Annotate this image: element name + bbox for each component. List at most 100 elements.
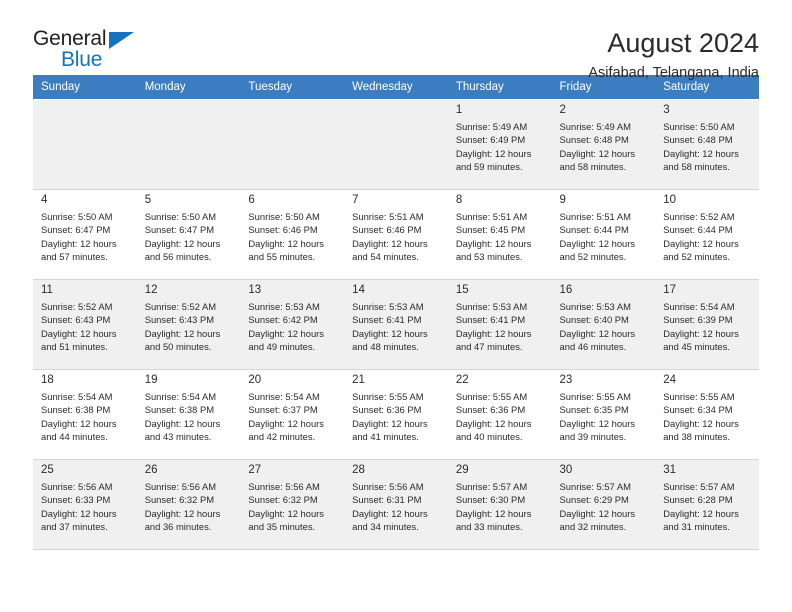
day-sun-details: Sunrise: 5:52 AM Sunset: 6:43 PM Dayligh… [144, 301, 221, 352]
calendar-day-cell[interactable]: 1 Sunrise: 5:49 AM Sunset: 6:49 PM Daylig… [447, 99, 552, 190]
calendar-day-cell[interactable]: 26 Sunrise: 5:56 AM Sunset: 6:32 PM Dayli… [136, 459, 241, 550]
day-cell-content: 22 Sunrise: 5:55 AM Sunset: 6:36 PM Dayli… [448, 370, 552, 459]
day-sun-details: Sunrise: 5:53 AM Sunset: 6:40 PM Dayligh… [559, 301, 636, 352]
calendar-week-row: 25 Sunrise: 5:56 AM Sunset: 6:33 PM Dayli… [33, 459, 759, 550]
logo-text-blue: Blue [61, 48, 103, 71]
day-sun-details: Sunrise: 5:57 AM Sunset: 6:28 PM Dayligh… [663, 481, 739, 532]
day-cell-content: 5 Sunrise: 5:50 AM Sunset: 6:47 PM Daylig… [137, 190, 241, 279]
day-number: 1 [455, 104, 463, 116]
calendar-day-cell[interactable]: 14 Sunrise: 5:53 AM Sunset: 6:41 PM Dayli… [344, 279, 448, 370]
day-sun-details: Sunrise: 5:53 AM Sunset: 6:41 PM Dayligh… [352, 301, 428, 352]
page-header: General Blue August 2024 Asifabad, Telan… [33, 0, 759, 81]
day-number: 30 [559, 464, 573, 476]
day-number: 5 [144, 194, 152, 206]
calendar-day-cell[interactable]: 4 Sunrise: 5:50 AM Sunset: 6:47 PM Daylig… [33, 189, 137, 280]
page-subtitle: Asifabad, Telangana, India [588, 65, 759, 82]
title-block: August 2024 Asifabad, Telangana, India [588, 28, 759, 82]
calendar-day-cell[interactable]: 29 Sunrise: 5:57 AM Sunset: 6:30 PM Dayli… [447, 459, 552, 550]
weekday-header-wednesday: Wednesday [344, 75, 448, 100]
calendar-day-cell[interactable]: 21 Sunrise: 5:55 AM Sunset: 6:36 PM Dayli… [344, 369, 448, 460]
calendar-day-cell-empty [240, 99, 345, 190]
day-sun-details: Sunrise: 5:54 AM Sunset: 6:38 PM Dayligh… [41, 391, 117, 442]
day-sun-details: Sunrise: 5:56 AM Sunset: 6:32 PM Dayligh… [248, 481, 324, 532]
calendar-day-cell[interactable]: 22 Sunrise: 5:55 AM Sunset: 6:36 PM Dayli… [447, 369, 552, 460]
day-sun-details: Sunrise: 5:57 AM Sunset: 6:30 PM Dayligh… [455, 481, 532, 532]
day-sun-details: Sunrise: 5:52 AM Sunset: 6:43 PM Dayligh… [41, 301, 117, 352]
day-number: 7 [352, 194, 359, 206]
day-cell-content: 25 Sunrise: 5:56 AM Sunset: 6:33 PM Dayli… [33, 460, 137, 549]
calendar-day-cell[interactable]: 15 Sunrise: 5:53 AM Sunset: 6:41 PM Dayli… [447, 279, 552, 370]
day-number: 19 [144, 374, 158, 386]
calendar-day-cell[interactable]: 23 Sunrise: 5:55 AM Sunset: 6:35 PM Dayli… [551, 369, 656, 460]
calendar-day-cell-empty [33, 99, 137, 190]
day-sun-details: Sunrise: 5:56 AM Sunset: 6:31 PM Dayligh… [352, 481, 428, 532]
calendar-day-cell[interactable]: 10 Sunrise: 5:52 AM Sunset: 6:44 PM Dayli… [655, 189, 759, 280]
day-sun-details: Sunrise: 5:56 AM Sunset: 6:32 PM Dayligh… [144, 481, 221, 532]
calendar-day-cell[interactable]: 28 Sunrise: 5:56 AM Sunset: 6:31 PM Dayli… [344, 459, 448, 550]
calendar-day-cell[interactable]: 13 Sunrise: 5:53 AM Sunset: 6:42 PM Dayli… [240, 279, 345, 370]
day-number: 9 [559, 194, 566, 206]
day-number: 8 [455, 194, 463, 206]
day-sun-details: Sunrise: 5:51 AM Sunset: 6:46 PM Dayligh… [352, 211, 428, 262]
day-number: 11 [41, 284, 53, 296]
day-number: 2 [559, 104, 566, 116]
day-cell-content: 1 Sunrise: 5:49 AM Sunset: 6:49 PM Daylig… [448, 100, 552, 189]
day-cell-content: 10 Sunrise: 5:52 AM Sunset: 6:44 PM Dayli… [655, 190, 759, 279]
day-cell-content: 21 Sunrise: 5:55 AM Sunset: 6:36 PM Dayli… [344, 370, 448, 459]
day-sun-details: Sunrise: 5:55 AM Sunset: 6:35 PM Dayligh… [559, 391, 636, 442]
calendar-day-cell[interactable]: 25 Sunrise: 5:56 AM Sunset: 6:33 PM Dayli… [33, 459, 137, 550]
day-sun-details: Sunrise: 5:57 AM Sunset: 6:29 PM Dayligh… [559, 481, 636, 532]
day-sun-details: Sunrise: 5:50 AM Sunset: 6:46 PM Dayligh… [248, 211, 324, 262]
calendar-day-cell[interactable]: 6 Sunrise: 5:50 AM Sunset: 6:46 PM Daylig… [240, 189, 345, 280]
day-cell-content: 20 Sunrise: 5:54 AM Sunset: 6:37 PM Dayli… [240, 370, 344, 459]
logo-triangle-icon [109, 32, 134, 49]
calendar-day-cell[interactable]: 9 Sunrise: 5:51 AM Sunset: 6:44 PM Daylig… [551, 189, 656, 280]
calendar-day-cell[interactable]: 30 Sunrise: 5:57 AM Sunset: 6:29 PM Dayli… [551, 459, 656, 550]
calendar-day-cell[interactable]: 19 Sunrise: 5:54 AM Sunset: 6:38 PM Dayli… [136, 369, 241, 460]
calendar-week-row: 1 Sunrise: 5:49 AM Sunset: 6:49 PM Daylig… [33, 99, 759, 190]
day-number: 18 [41, 374, 54, 386]
day-number: 25 [41, 464, 54, 476]
day-number: 21 [352, 374, 365, 386]
calendar-day-cell[interactable]: 5 Sunrise: 5:50 AM Sunset: 6:47 PM Daylig… [136, 189, 241, 280]
day-sun-details: Sunrise: 5:55 AM Sunset: 6:36 PM Dayligh… [455, 391, 532, 442]
day-number: 3 [663, 104, 670, 116]
day-sun-details: Sunrise: 5:51 AM Sunset: 6:45 PM Dayligh… [455, 211, 532, 262]
logo-text-general: General [33, 27, 107, 50]
calendar-day-cell[interactable]: 20 Sunrise: 5:54 AM Sunset: 6:37 PM Dayli… [240, 369, 345, 460]
weekday-header-tuesday: Tuesday [240, 75, 345, 100]
calendar-day-cell[interactable]: 16 Sunrise: 5:53 AM Sunset: 6:40 PM Dayli… [551, 279, 656, 370]
day-number: 14 [352, 284, 365, 296]
calendar-day-cell[interactable]: 11 Sunrise: 5:52 AM Sunset: 6:43 PM Dayli… [33, 279, 137, 370]
day-cell-content: 9 Sunrise: 5:51 AM Sunset: 6:44 PM Daylig… [552, 190, 656, 279]
day-sun-details: Sunrise: 5:55 AM Sunset: 6:34 PM Dayligh… [663, 391, 739, 442]
calendar-day-cell[interactable]: 17 Sunrise: 5:54 AM Sunset: 6:39 PM Dayli… [655, 279, 759, 370]
general-blue-logo[interactable]: General Blue [33, 28, 153, 80]
calendar-day-cell[interactable]: 24 Sunrise: 5:55 AM Sunset: 6:34 PM Dayli… [655, 369, 759, 460]
calendar-day-cell[interactable]: 18 Sunrise: 5:54 AM Sunset: 6:38 PM Dayli… [33, 369, 137, 460]
day-cell-content: 16 Sunrise: 5:53 AM Sunset: 6:40 PM Dayli… [552, 280, 656, 369]
calendar-day-cell[interactable]: 3 Sunrise: 5:50 AM Sunset: 6:48 PM Daylig… [655, 99, 759, 190]
calendar-day-cell[interactable]: 31 Sunrise: 5:57 AM Sunset: 6:28 PM Dayli… [655, 459, 759, 550]
calendar-day-cell[interactable]: 12 Sunrise: 5:52 AM Sunset: 6:43 PM Dayli… [136, 279, 241, 370]
day-number: 12 [144, 284, 158, 296]
calendar-day-cell[interactable]: 27 Sunrise: 5:56 AM Sunset: 6:32 PM Dayli… [240, 459, 345, 550]
day-number: 16 [559, 284, 573, 296]
day-cell-content: 19 Sunrise: 5:54 AM Sunset: 6:38 PM Dayli… [137, 370, 241, 459]
day-sun-details: Sunrise: 5:50 AM Sunset: 6:47 PM Dayligh… [41, 211, 117, 262]
day-sun-details: Sunrise: 5:53 AM Sunset: 6:42 PM Dayligh… [248, 301, 324, 352]
day-sun-details: Sunrise: 5:54 AM Sunset: 6:39 PM Dayligh… [663, 301, 739, 352]
day-number: 17 [663, 284, 677, 296]
day-cell-content: 24 Sunrise: 5:55 AM Sunset: 6:34 PM Dayli… [655, 370, 759, 459]
calendar-week-row: 11 Sunrise: 5:52 AM Sunset: 6:43 PM Dayli… [33, 279, 759, 370]
day-number: 10 [663, 194, 677, 206]
day-number: 13 [248, 284, 262, 296]
day-number: 26 [144, 464, 158, 476]
day-sun-details: Sunrise: 5:49 AM Sunset: 6:48 PM Dayligh… [559, 121, 636, 172]
day-cell-content: 4 Sunrise: 5:50 AM Sunset: 6:47 PM Daylig… [33, 190, 137, 279]
calendar-day-cell[interactable]: 7 Sunrise: 5:51 AM Sunset: 6:46 PM Daylig… [344, 189, 448, 280]
day-cell-content: 7 Sunrise: 5:51 AM Sunset: 6:46 PM Daylig… [344, 190, 448, 279]
day-cell-content: 27 Sunrise: 5:56 AM Sunset: 6:32 PM Dayli… [240, 460, 344, 549]
calendar-day-cell[interactable]: 8 Sunrise: 5:51 AM Sunset: 6:45 PM Daylig… [447, 189, 552, 280]
calendar-day-cell[interactable]: 2 Sunrise: 5:49 AM Sunset: 6:48 PM Daylig… [551, 99, 656, 190]
